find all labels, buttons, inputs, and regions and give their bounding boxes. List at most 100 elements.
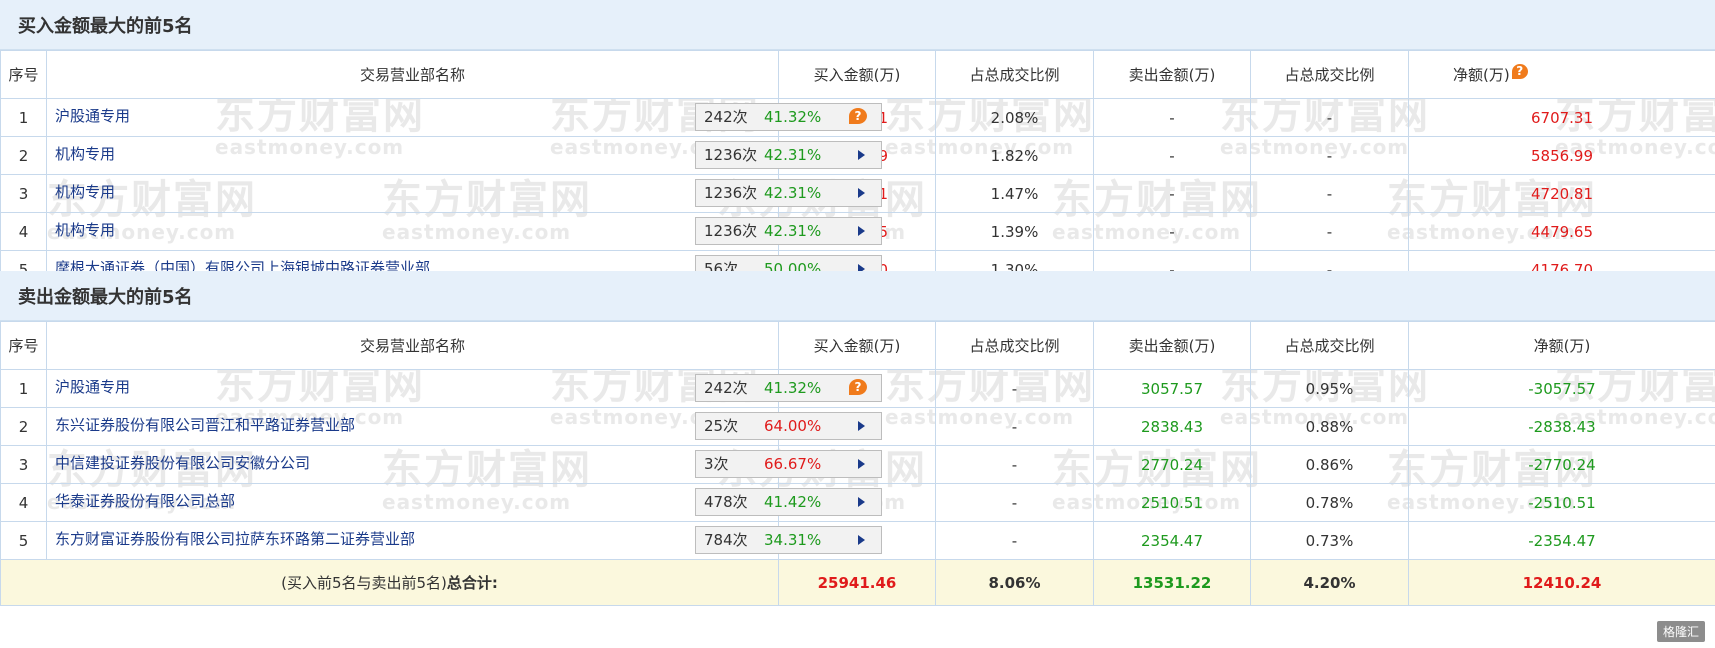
summary-label: (买入前5名与卖出前5名)总合计:: [0, 559, 779, 606]
net-amount: 4479.65: [1408, 212, 1715, 251]
col-index: 序号: [0, 50, 47, 99]
col-branch-name: 交易营业部名称: [46, 50, 779, 99]
buy-ratio: -: [935, 407, 1094, 446]
help-icon[interactable]: ?: [849, 379, 867, 395]
net-amount: -2510.51: [1408, 483, 1715, 522]
branch-stats-box[interactable]: 1236次 42.31%: [695, 141, 882, 169]
listing-count: 1236次: [704, 222, 758, 240]
branch-link[interactable]: 机构专用: [55, 145, 115, 163]
branch-link[interactable]: 东方财富证券股份有限公司拉萨东环路第二证券营业部: [55, 530, 415, 548]
listing-count: 242次: [704, 108, 748, 126]
expand-arrow-icon[interactable]: [858, 459, 865, 469]
listing-count: 1236次: [704, 146, 758, 164]
win-rate: 41.32%: [764, 379, 822, 397]
sell-table-header: 序号 交易营业部名称 买入金额(万) 占总成交比例 卖出金额(万) 占总成交比例…: [0, 321, 1715, 370]
branch-stats-box[interactable]: 242次 41.32%?: [695, 374, 882, 402]
table-row: 3 中信建投证券股份有限公司安徽分公司 3次 66.67% - -2770.240.86%…: [0, 445, 1715, 484]
col-sell-amount: 卖出金额(万): [1093, 50, 1251, 99]
col-buy-amount: 买入金额(万): [778, 50, 936, 99]
branch-stats-box[interactable]: 25次 64.00%: [695, 412, 882, 440]
win-rate: 41.32%: [764, 108, 822, 126]
brand-logo: 格隆汇: [1656, 621, 1705, 642]
summary-sell-total: 13531.22: [1093, 559, 1251, 606]
table-row: 5 东方财富证券股份有限公司拉萨东环路第二证券营业部 784次 34.31% - -235…: [0, 521, 1715, 560]
branch-link[interactable]: 东兴证券股份有限公司晋江和平路证券营业部: [55, 416, 355, 434]
sell-amount: 2838.43: [1093, 407, 1251, 446]
expand-arrow-icon[interactable]: [858, 497, 865, 507]
buy-ratio: -: [935, 521, 1094, 560]
sell-amount: -: [1093, 212, 1251, 251]
sell-table: 序号 交易营业部名称 买入金额(万) 占总成交比例 卖出金额(万) 占总成交比例…: [0, 321, 1715, 606]
branch-link[interactable]: 机构专用: [55, 221, 115, 239]
row-index: 1: [0, 369, 47, 408]
branch-cell: 中信建投证券股份有限公司安徽分公司 3次 66.67%: [46, 445, 882, 484]
branch-link[interactable]: 中信建投证券股份有限公司安徽分公司: [55, 454, 310, 472]
branch-link[interactable]: 沪股通专用: [55, 107, 130, 125]
win-rate: 66.67%: [764, 455, 822, 473]
buy-ratio: -: [935, 369, 1094, 408]
buy-ratio: 1.39%: [935, 212, 1094, 251]
sell-ratio: -: [1250, 98, 1409, 137]
expand-arrow-icon[interactable]: [858, 150, 865, 160]
expand-arrow-icon[interactable]: [858, 226, 865, 236]
branch-stats-box[interactable]: 3次 66.67%: [695, 450, 882, 478]
buy-ratio: 1.82%: [935, 136, 1094, 175]
buy-top5-section: 买入金额最大的前5名 序号 交易营业部名称 买入金额(万) 占总成交比例 卖出金…: [0, 0, 1715, 289]
listing-count: 242次: [704, 379, 748, 397]
branch-link[interactable]: 沪股通专用: [55, 378, 130, 396]
sell-amount: 2770.24: [1093, 445, 1251, 484]
sell-amount: 2510.51: [1093, 483, 1251, 522]
col-sell-ratio: 占总成交比例: [1250, 50, 1409, 99]
help-icon[interactable]: ?: [849, 108, 867, 124]
summary-net-total: 12410.24: [1408, 559, 1715, 606]
branch-stats-box[interactable]: 242次 41.32%?: [695, 103, 882, 131]
expand-arrow-icon[interactable]: [858, 188, 865, 198]
branch-cell: 华泰证券股份有限公司总部 478次 41.42%: [46, 483, 882, 522]
win-rate: 41.42%: [764, 493, 822, 511]
col-buy-amount: 买入金额(万): [778, 321, 936, 370]
net-amount: 6707.31: [1408, 98, 1715, 137]
summary-sell-ratio: 4.20%: [1250, 559, 1409, 606]
listing-count: 784次: [704, 531, 748, 549]
expand-arrow-icon[interactable]: [858, 421, 865, 431]
branch-link[interactable]: 华泰证券股份有限公司总部: [55, 492, 235, 510]
col-buy-ratio: 占总成交比例: [935, 50, 1094, 99]
table-row: 4机构专用1236次42.31%4479.651.39%--4479.65: [0, 212, 1715, 251]
branch-stats-box[interactable]: 784次 34.31%: [695, 526, 882, 554]
col-net-amount: 净额(万)?: [1408, 50, 1715, 99]
sell-ratio: 0.78%: [1250, 483, 1409, 522]
branch-stats-box[interactable]: 478次 41.42%: [695, 488, 882, 516]
expand-arrow-icon[interactable]: [858, 535, 865, 545]
help-icon[interactable]: ?: [1511, 64, 1528, 79]
listing-count: 478次: [704, 493, 748, 511]
win-rate: 42.31%: [764, 184, 822, 202]
branch-stats-box[interactable]: 1236次 42.31%: [695, 217, 882, 245]
buy-table-header: 序号 交易营业部名称 买入金额(万) 占总成交比例 卖出金额(万) 占总成交比例…: [0, 50, 1715, 99]
buy-table: 序号 交易营业部名称 买入金额(万) 占总成交比例 卖出金额(万) 占总成交比例…: [0, 50, 1715, 289]
sell-ratio: -: [1250, 136, 1409, 175]
col-net-amount: 净额(万): [1408, 321, 1715, 370]
row-index: 1: [0, 98, 47, 137]
sell-ratio: 0.95%: [1250, 369, 1409, 408]
buy-ratio: -: [935, 445, 1094, 484]
row-index: 3: [0, 445, 47, 484]
branch-cell: 东方财富证券股份有限公司拉萨东环路第二证券营业部 784次 34.31%: [46, 521, 882, 560]
sell-amount: 2354.47: [1093, 521, 1251, 560]
branch-cell: 沪股通专用 242次 41.32%?: [46, 98, 882, 137]
col-sell-ratio: 占总成交比例: [1250, 321, 1409, 370]
summary-buy-ratio: 8.06%: [935, 559, 1094, 606]
listing-count: 3次: [704, 455, 729, 473]
col-index: 序号: [0, 321, 47, 370]
branch-stats-box[interactable]: 1236次 42.31%: [695, 179, 882, 207]
sell-top5-section: 卖出金额最大的前5名 序号 交易营业部名称 买入金额(万) 占总成交比例 卖出金…: [0, 271, 1715, 606]
listing-count: 1236次: [704, 184, 758, 202]
branch-cell: 机构专用 1236次 42.31%: [46, 136, 882, 175]
row-index: 2: [0, 136, 47, 175]
win-rate: 42.31%: [764, 222, 822, 240]
row-index: 5: [0, 521, 47, 560]
table-row: 2机构专用1236次42.31%5856.991.82%--5856.99: [0, 136, 1715, 175]
branch-link[interactable]: 机构专用: [55, 183, 115, 201]
net-amount: 5856.99: [1408, 136, 1715, 175]
row-index: 4: [0, 483, 47, 522]
buy-ratio: 2.08%: [935, 98, 1094, 137]
